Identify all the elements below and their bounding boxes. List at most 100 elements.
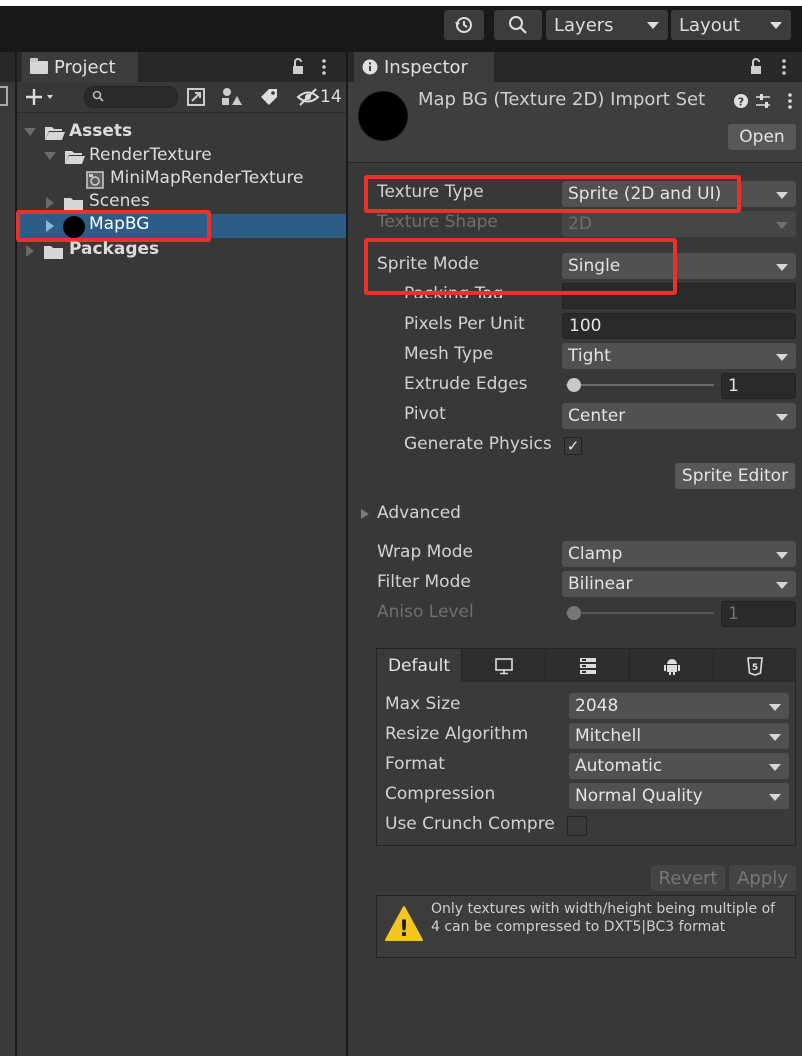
monitor-icon: [494, 657, 513, 674]
aniso-level-slider-track: [566, 612, 714, 614]
pivot-label: Pivot: [404, 404, 446, 424]
layout-dropdown[interactable]: Layout: [671, 10, 791, 40]
extrude-edges-input[interactable]: 1: [721, 373, 796, 399]
wrap-mode-value: Clamp: [568, 544, 623, 564]
kebab-menu-icon[interactable]: [788, 93, 792, 109]
format-dropdown[interactable]: Automatic: [569, 753, 789, 779]
filter-mode-value: Bilinear: [568, 574, 633, 594]
kebab-menu-icon[interactable]: [782, 59, 786, 75]
android-icon: [663, 658, 680, 675]
chevron-down-icon: [776, 552, 788, 559]
hidden-packages-toggle[interactable]: 14: [296, 86, 344, 108]
warning-icon: !: [384, 904, 424, 949]
svg-text:!: !: [399, 917, 409, 942]
platform-tab-server[interactable]: [545, 649, 629, 682]
extrude-edges-slider-handle[interactable]: [567, 378, 581, 392]
help-icon[interactable]: ?: [734, 94, 748, 109]
svg-text:5: 5: [751, 663, 757, 673]
chevron-down-icon: [776, 354, 788, 361]
hierarchy-tabbar-sliver: [0, 52, 16, 82]
chevron-down-icon: [776, 582, 788, 589]
platform-tab-webgl[interactable]: 5: [713, 649, 795, 682]
svg-text:?: ?: [738, 96, 744, 109]
platform-tab-standalone[interactable]: [461, 649, 545, 682]
expand-arrow-icon[interactable]: [26, 245, 34, 257]
hidden-packages-count: 14: [320, 87, 342, 107]
chevron-down-icon: [770, 22, 782, 29]
use-crunch-checkbox[interactable]: [567, 816, 587, 836]
chevron-down-icon: [769, 704, 781, 711]
wrap-mode-dropdown[interactable]: Clamp: [562, 541, 796, 567]
pivot-dropdown[interactable]: Center: [562, 403, 796, 429]
chevron-down-icon: [647, 22, 659, 29]
warning-text-line1: Only textures with width/height being mu…: [431, 901, 776, 917]
layers-dropdown[interactable]: Layers: [546, 10, 668, 40]
resize-algorithm-dropdown[interactable]: Mitchell: [569, 723, 789, 749]
apply-button[interactable]: Apply: [729, 865, 796, 891]
eye-slash-icon: [296, 88, 320, 106]
extrude-edges-slider-track[interactable]: [566, 384, 714, 386]
mesh-type-dropdown[interactable]: Tight: [562, 343, 796, 369]
search-button[interactable]: [494, 10, 542, 40]
platform-tab-default[interactable]: Default: [377, 649, 461, 682]
search-by-label-button[interactable]: [218, 86, 244, 108]
project-tab-label: Project: [54, 56, 116, 78]
kebab-menu-icon[interactable]: [322, 59, 326, 75]
tree-label-packages: Packages: [69, 239, 160, 259]
expand-arrow-icon[interactable]: [46, 197, 54, 209]
project-tab[interactable]: Project: [22, 52, 138, 82]
chevron-down-icon: [776, 264, 788, 271]
revert-button[interactable]: Revert: [651, 865, 725, 891]
history-icon: [455, 17, 472, 33]
server-icon: [579, 657, 596, 674]
foldout-arrow-icon[interactable]: [361, 509, 369, 519]
open-folder-icon: [44, 125, 66, 146]
search-by-type-button[interactable]: [184, 86, 210, 108]
tree-label-assets: Assets: [69, 121, 133, 141]
expand-arrow-icon[interactable]: [24, 128, 36, 136]
generate-physics-checkbox[interactable]: ✓: [564, 437, 582, 455]
preset-sliders-icon[interactable]: [756, 94, 770, 108]
layout-label: Layout: [679, 14, 741, 36]
compression-value: Normal Quality: [575, 786, 703, 806]
tree-label-rendertexture: RenderTexture: [89, 145, 212, 165]
lock-icon[interactable]: [293, 58, 303, 74]
inspector-tab[interactable]: Inspector: [354, 52, 494, 82]
sprite-editor-button[interactable]: Sprite Editor: [675, 463, 795, 489]
layers-label: Layers: [554, 14, 614, 36]
asset-preview-thumbnail: [358, 91, 408, 141]
resize-algorithm-label: Resize Algorithm: [385, 724, 529, 744]
hierarchy-list-sliver: [0, 114, 16, 1056]
lock-icon[interactable]: [751, 58, 761, 74]
filter-mode-dropdown[interactable]: Bilinear: [562, 571, 796, 597]
max-size-value: 2048: [575, 696, 619, 716]
search-icon: [509, 16, 527, 34]
aniso-level-slider-handle: [567, 606, 581, 620]
expand-arrow-icon[interactable]: [44, 152, 56, 160]
texture-shape-value: 2D: [568, 214, 592, 234]
create-button[interactable]: [24, 86, 64, 108]
plus-icon: [26, 89, 42, 105]
html5-icon: 5: [746, 656, 763, 676]
chevron-down-icon: [769, 794, 781, 801]
format-value: Automatic: [575, 756, 663, 776]
platform-tab-android[interactable]: [629, 649, 713, 682]
folder-icon: [30, 57, 48, 74]
pixels-per-unit-input[interactable]: 100: [562, 313, 796, 339]
filter-icon: [187, 88, 205, 106]
project-tab-controls: [290, 57, 330, 77]
compression-dropdown[interactable]: Normal Quality: [569, 783, 789, 809]
history-button[interactable]: [444, 10, 484, 40]
chevron-down-icon: [47, 95, 53, 99]
max-size-dropdown[interactable]: 2048: [569, 693, 789, 719]
aniso-level-label: Aniso Level: [377, 602, 474, 622]
advanced-foldout-label[interactable]: Advanced: [377, 503, 461, 523]
chevron-down-icon: [776, 222, 788, 229]
label-filter-button[interactable]: [256, 86, 282, 108]
open-button[interactable]: Open: [728, 124, 796, 150]
project-search-input[interactable]: [84, 86, 178, 108]
shapes-icon: [222, 88, 242, 105]
tree-label-scenes: Scenes: [89, 191, 150, 211]
texture-shape-dropdown: 2D: [562, 211, 796, 237]
inspector-title: Map BG (Texture 2D) Import Set: [418, 89, 706, 110]
